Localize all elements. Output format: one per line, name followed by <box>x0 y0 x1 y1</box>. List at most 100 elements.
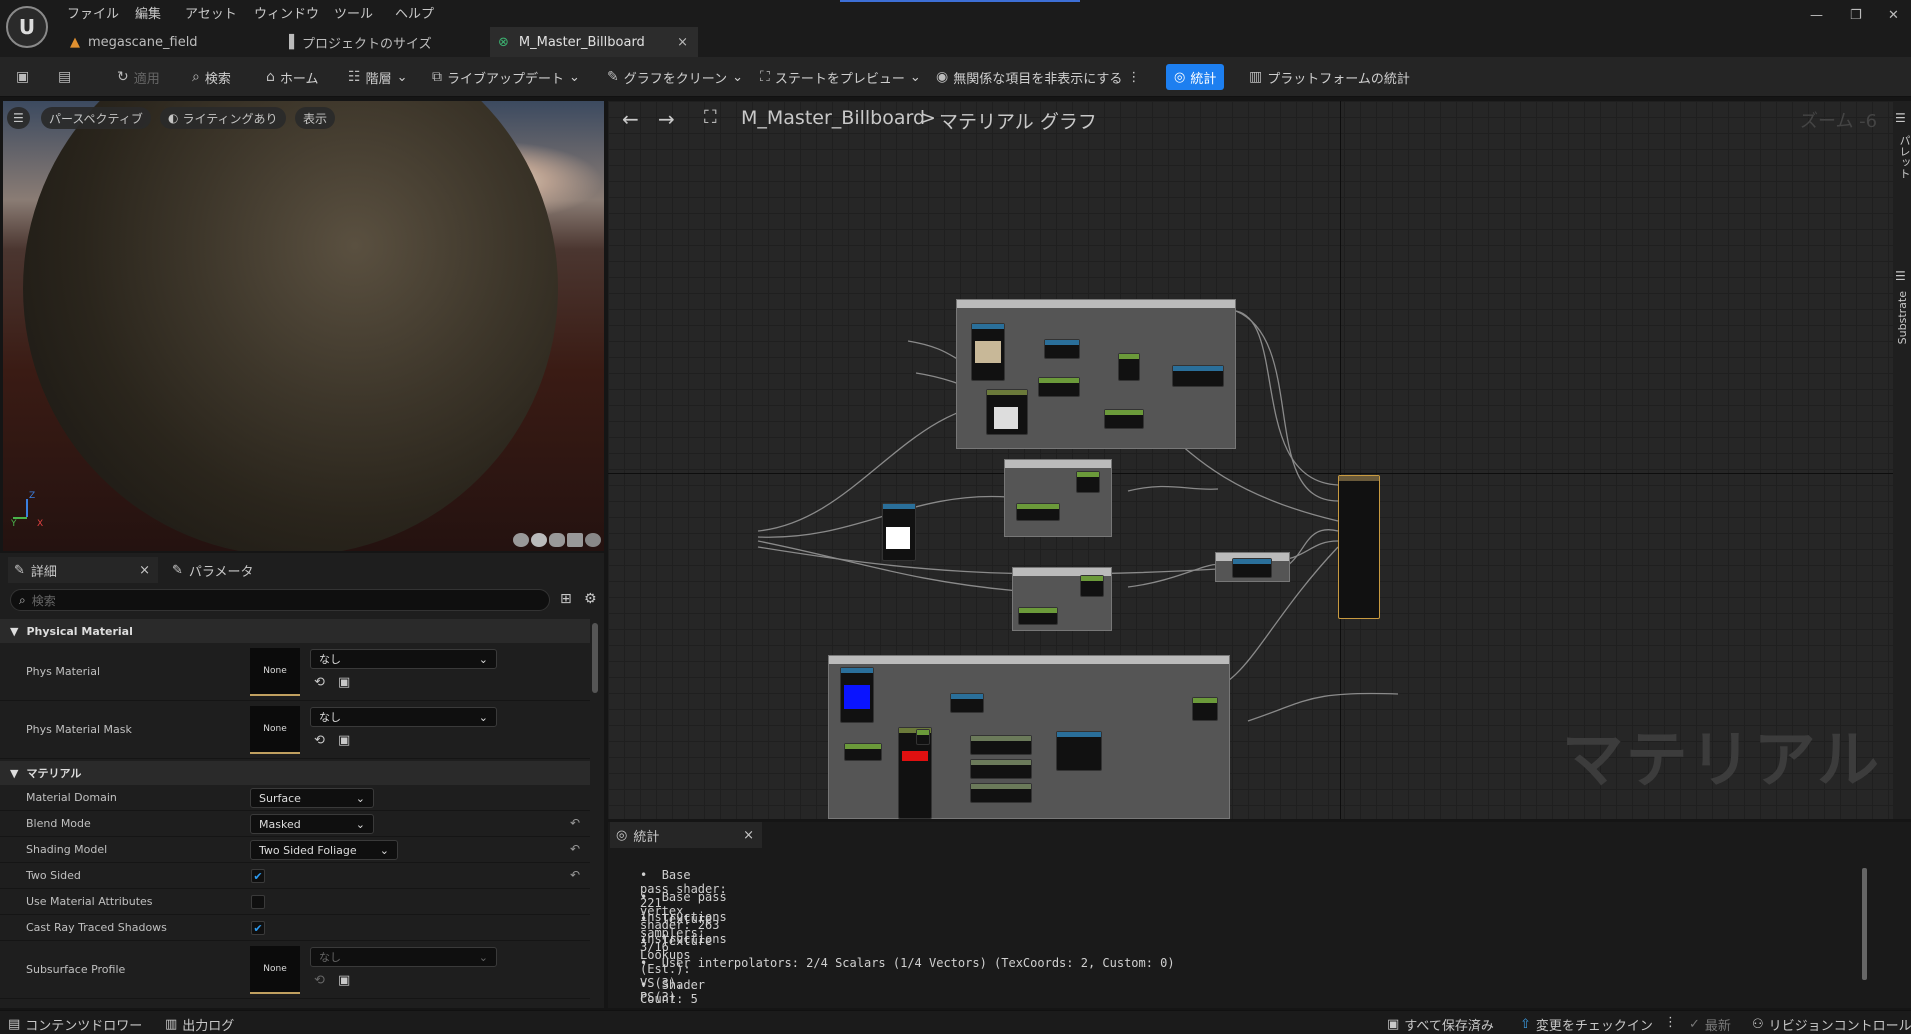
details-search-input[interactable]: ⌕ 検索 <box>10 589 550 611</box>
output-log-button[interactable]: ▥ 出力ログ <box>165 1015 234 1034</box>
tab-parameters[interactable]: ✎ パラメータ <box>172 557 254 583</box>
tab-close-icon[interactable]: × <box>139 563 150 578</box>
content-drawer-button[interactable]: ▤ コンテンツドロワー <box>8 1015 142 1034</box>
graph-node[interactable] <box>1080 575 1104 597</box>
reset-arrow-icon[interactable]: ↶ <box>570 816 580 830</box>
reset-arrow-icon[interactable]: ↶ <box>570 842 580 856</box>
details-scrollbar[interactable] <box>592 623 598 693</box>
section-physical-material[interactable]: ▼ Physical Material <box>0 619 590 643</box>
graph-node[interactable] <box>1076 471 1100 493</box>
graph-node[interactable] <box>1118 353 1140 381</box>
stats-button[interactable]: ◎ 統計 <box>1166 64 1225 90</box>
stats-scrollbar[interactable] <box>1862 868 1867 980</box>
lighting-button[interactable]: ◐ ライティングあり <box>160 107 286 129</box>
reset-arrow-icon[interactable]: ↶ <box>570 868 580 882</box>
all-saved-button[interactable]: ▣ すべて保存済み <box>1387 1015 1494 1034</box>
perspective-button[interactable]: パースペクティブ <box>41 107 151 129</box>
graph-node[interactable] <box>1172 365 1224 387</box>
graph-node[interactable] <box>1104 409 1144 429</box>
more-icon[interactable]: ⋮ <box>1664 1015 1677 1030</box>
latest-button[interactable]: ✓ 最新 <box>1689 1015 1731 1034</box>
hide-unrelated-button[interactable]: ◉ 無関係な項目を非表示にする ⋮ <box>936 67 1140 87</box>
phys-material-mask-thumbnail[interactable]: None <box>250 706 300 754</box>
texture-sample-node[interactable] <box>971 323 1005 381</box>
material-result-node[interactable] <box>1338 475 1380 619</box>
browse-icon[interactable]: ▤ <box>58 67 71 87</box>
substrate-icon[interactable]: ☰ <box>1895 269 1906 283</box>
graph-node[interactable] <box>1016 503 1060 521</box>
subsurface-dropdown[interactable]: なし ⌄ <box>310 947 497 967</box>
vector-param-node[interactable] <box>840 667 874 723</box>
cylinder-preview-icon[interactable] <box>513 533 529 547</box>
search-button[interactable]: ⌕ 検索 <box>192 67 231 87</box>
home-button[interactable]: ⌂ ホーム <box>266 67 319 87</box>
tab-megascane-field[interactable]: ▲ megascane_field <box>62 27 272 57</box>
tab-details[interactable]: ✎ 詳細 × <box>8 557 158 583</box>
menu-asset[interactable]: アセット <box>185 3 237 22</box>
graph-node[interactable] <box>1044 339 1080 359</box>
menu-file[interactable]: ファイル <box>67 3 119 22</box>
minimize-icon[interactable]: — <box>1810 8 1823 23</box>
preview-viewport[interactable]: ☰ パースペクティブ ◐ ライティングあり 表示 Z Y X <box>3 101 604 551</box>
use-material-attributes-checkbox[interactable] <box>251 895 265 909</box>
material-domain-dropdown[interactable]: Surface ⌄ <box>250 788 374 808</box>
tab-close-icon[interactable]: × <box>677 35 688 50</box>
unreal-logo-icon[interactable]: U <box>6 6 48 48</box>
menu-help[interactable]: ヘルプ <box>395 3 434 22</box>
material-graph-canvas[interactable]: ← → ⛶ M_Master_Billboard > マテリアル グラフ ズーム… <box>608 101 1911 819</box>
palette-tab[interactable]: パレット <box>1896 135 1911 179</box>
save-icon[interactable]: ▣ <box>16 67 29 87</box>
use-selected-icon[interactable]: ⟲ <box>314 733 325 748</box>
palette-icon[interactable]: ☰ <box>1895 111 1906 125</box>
tab-stats[interactable]: ◎ 統計 × <box>610 822 762 848</box>
graph-node[interactable] <box>950 693 984 713</box>
plane-preview-icon[interactable] <box>549 533 565 547</box>
graph-node[interactable] <box>1018 607 1058 625</box>
phys-material-thumbnail[interactable]: None <box>250 648 300 696</box>
viewport-menu-icon[interactable]: ☰ <box>7 107 30 129</box>
shading-model-dropdown[interactable]: Two Sided Foliage ⌄ <box>250 840 398 860</box>
graph-node[interactable] <box>970 783 1032 803</box>
graph-node[interactable] <box>1038 377 1080 397</box>
texture-sample-node[interactable] <box>882 503 916 561</box>
menu-edit[interactable]: 編集 <box>135 3 161 22</box>
clean-graph-button[interactable]: ✎ グラフをクリーン ⌄ <box>607 67 743 87</box>
restore-icon[interactable]: ❐ <box>1850 8 1862 23</box>
check-in-button[interactable]: ⇧ 変更をチェックイン <box>1520 1015 1653 1034</box>
two-sided-checkbox[interactable]: ✔ <box>251 869 265 883</box>
table-view-icon[interactable]: ⊞ <box>560 591 572 607</box>
hierarchy-button[interactable]: ☷ 階層 ⌄ <box>348 67 407 87</box>
use-selected-icon[interactable]: ⟲ <box>314 973 325 988</box>
cube-preview-icon[interactable] <box>567 533 583 547</box>
browse-asset-icon[interactable]: ▣ <box>338 973 350 988</box>
menu-window[interactable]: ウィンドウ <box>254 3 319 22</box>
live-update-button[interactable]: ⧉ ライブアップデート ⌄ <box>432 67 580 87</box>
graph-node[interactable] <box>1232 558 1272 578</box>
teapot-preview-icon[interactable] <box>585 533 601 547</box>
texture-sample-node[interactable] <box>986 389 1028 435</box>
phys-material-dropdown[interactable]: なし ⌄ <box>310 649 497 669</box>
apply-button[interactable]: ↻ 適用 <box>117 67 160 87</box>
gear-icon[interactable]: ⚙ <box>584 591 597 607</box>
substrate-tab[interactable]: Substrate <box>1896 291 1909 344</box>
browse-asset-icon[interactable]: ▣ <box>338 733 350 748</box>
blend-mode-dropdown[interactable]: Masked ⌄ <box>250 814 374 834</box>
menu-tools[interactable]: ツール <box>334 3 373 22</box>
use-selected-icon[interactable]: ⟲ <box>314 675 325 690</box>
browse-asset-icon[interactable]: ▣ <box>338 675 350 690</box>
section-material[interactable]: ▼ マテリアル <box>0 761 590 785</box>
tab-m-master-billboard[interactable]: ⊗ M_Master_Billboard × <box>490 27 698 57</box>
graph-node[interactable] <box>1192 697 1218 721</box>
close-window-icon[interactable]: ✕ <box>1888 8 1899 23</box>
graph-node[interactable] <box>916 729 930 745</box>
graph-node[interactable] <box>970 735 1032 755</box>
graph-node[interactable] <box>970 759 1032 779</box>
preview-state-button[interactable]: ⛶ ステートをプレビュー ⌄ <box>760 67 921 87</box>
tab-close-icon[interactable]: × <box>743 828 754 843</box>
sphere-preview-icon[interactable] <box>531 533 547 547</box>
platform-stats-button[interactable]: ▥ プラットフォームの統計 <box>1249 67 1410 87</box>
revision-control-button[interactable]: ⚇ リビジョンコントロール <box>1752 1015 1911 1034</box>
graph-node[interactable] <box>1056 731 1102 771</box>
graph-node[interactable] <box>844 743 882 761</box>
phys-material-mask-dropdown[interactable]: なし ⌄ <box>310 707 497 727</box>
